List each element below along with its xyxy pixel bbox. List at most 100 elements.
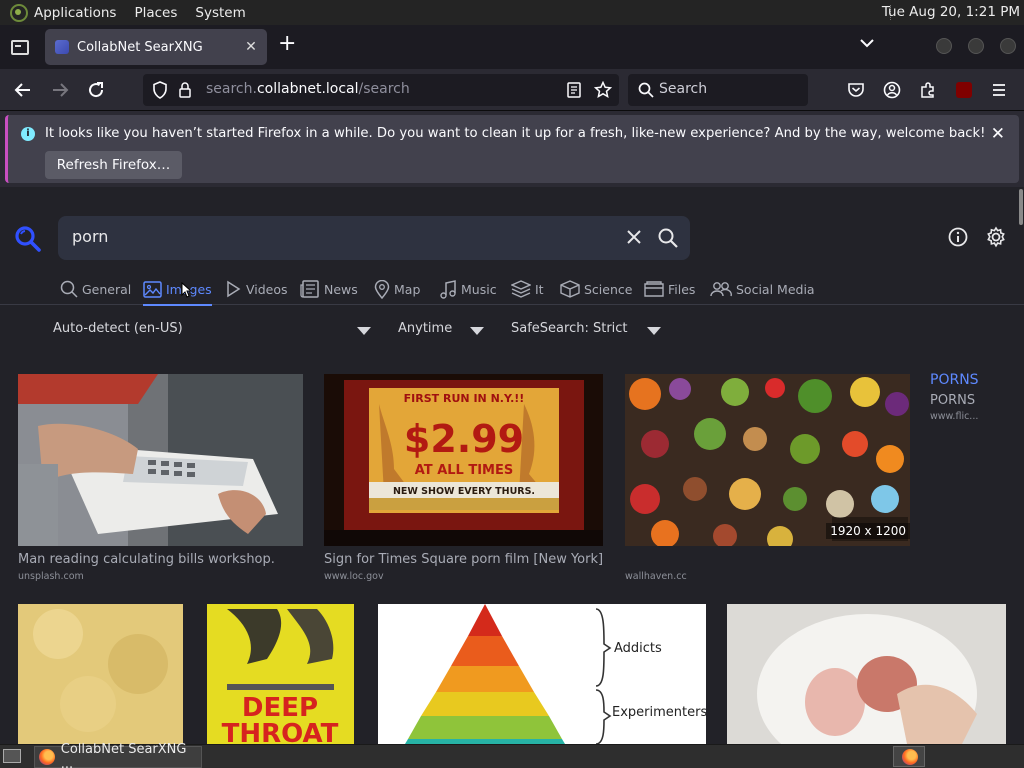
language-select[interactable]: Auto-detect (en-US) — [53, 321, 183, 336]
poster-price-text: $2.99 — [404, 417, 524, 461]
list-all-tabs-chevron-icon[interactable] — [858, 36, 876, 50]
search-placeholder: Search — [659, 81, 708, 97]
pyramid-addicts-label: Addicts — [614, 641, 662, 656]
result-title[interactable]: Man reading calculating bills workshop. — [18, 552, 275, 567]
places-menu[interactable]: Places — [134, 5, 177, 21]
result-thumbnail-calculator[interactable] — [18, 374, 303, 546]
result-title[interactable]: Sign for Times Square porn film [New Yor… — [324, 552, 603, 567]
tab-files[interactable]: Files — [644, 275, 695, 303]
browser-search-box[interactable]: Search — [628, 74, 808, 106]
result-subtitle: PORNS — [930, 393, 976, 408]
refresh-firefox-button[interactable]: Refresh Firefox… — [45, 151, 182, 179]
url-text[interactable]: search.collabnet.local/search — [206, 81, 410, 97]
taskbar-window-title: CollabNet SearXNG ... — [60, 742, 187, 768]
search-input[interactable]: porn — [58, 216, 690, 260]
scrollbar-thumb[interactable] — [1019, 189, 1023, 225]
search-filters: Auto-detect (en-US) Anytime SafeSearch: … — [0, 315, 1024, 347]
tab-news[interactable]: News — [300, 275, 358, 303]
search-submit-icon[interactable] — [657, 227, 679, 249]
language-dropdown-caret-icon[interactable] — [357, 327, 371, 335]
page-scrollbar[interactable] — [1018, 187, 1024, 744]
image-result[interactable]: FIRST RUN IN N.Y.!! $2.99 AT ALL TIMES N… — [324, 374, 604, 584]
close-window-button[interactable] — [1000, 38, 1016, 54]
folder-icon — [644, 281, 664, 297]
tab-social-media[interactable]: Social Media — [710, 275, 815, 303]
safesearch-select[interactable]: SafeSearch: Strict — [511, 321, 628, 336]
applications-menu[interactable]: Applications — [34, 5, 116, 21]
clear-search-icon[interactable] — [625, 228, 643, 246]
tab-general[interactable]: General — [60, 275, 131, 303]
people-icon — [710, 282, 732, 297]
maximize-window-button[interactable] — [968, 38, 984, 54]
category-tabs: General Images Videos News Map Music — [0, 275, 1024, 306]
searxng-logo-icon[interactable] — [14, 225, 42, 253]
ublock-origin-icon[interactable] — [956, 82, 972, 98]
tab-music[interactable]: Music — [439, 275, 497, 303]
system-menu[interactable]: System — [195, 5, 245, 21]
forward-arrow-icon[interactable] — [51, 81, 69, 99]
result-thumbnail-times-square-sign[interactable]: FIRST RUN IN N.Y.!! $2.99 AT ALL TIMES N… — [324, 374, 603, 546]
reader-view-icon[interactable] — [567, 82, 581, 98]
play-icon — [227, 280, 241, 298]
tray-firefox-launcher[interactable] — [893, 746, 925, 767]
result-source: www.loc.gov — [324, 571, 384, 582]
layers-icon — [511, 280, 531, 298]
show-desktop-icon[interactable] — [3, 749, 21, 763]
search-query-text[interactable]: porn — [72, 227, 108, 246]
tab-images[interactable]: Images — [143, 275, 212, 306]
pyramid-experimenters-label: Experimenters — [612, 705, 706, 720]
new-tab-button[interactable]: + — [278, 33, 296, 55]
result-thumbnail-yellow-texture[interactable] — [18, 604, 183, 744]
tab-it[interactable]: It — [511, 275, 544, 303]
url-path: /search — [358, 81, 410, 97]
firefox-view-icon[interactable] — [8, 36, 30, 58]
address-bar[interactable]: search.collabnet.local/search — [143, 74, 619, 106]
extensions-puzzle-icon[interactable] — [919, 81, 937, 99]
firefox-refresh-notification: i It looks like you haven’t started Fire… — [5, 115, 1019, 183]
preferences-gear-icon[interactable] — [985, 226, 1007, 248]
tab-title: CollabNet SearXNG — [77, 39, 203, 55]
bookmark-star-icon[interactable] — [594, 81, 612, 99]
reload-icon[interactable] — [87, 81, 105, 99]
tab-videos[interactable]: Videos — [224, 275, 288, 303]
minimize-window-button[interactable] — [936, 38, 952, 54]
firefox-icon — [902, 749, 918, 765]
distro-logo-icon[interactable] — [10, 3, 28, 22]
mouse-cursor-icon — [181, 281, 193, 298]
about-info-icon[interactable] — [948, 227, 968, 247]
url-subdomain: search. — [206, 81, 257, 97]
result-source: wallhaven.cc — [625, 571, 687, 582]
lock-icon[interactable] — [178, 81, 192, 99]
shield-icon[interactable] — [152, 81, 168, 99]
notification-message: It looks like you haven’t started Firefo… — [45, 126, 986, 141]
image-result[interactable]: 1920 x 1200 wallhaven.cc — [625, 374, 911, 584]
firefox-icon — [39, 749, 55, 765]
tab-collabnet-searxng[interactable]: CollabNet SearXNG ✕ — [45, 29, 267, 65]
account-icon[interactable] — [883, 81, 901, 99]
clock[interactable]: Tue Aug 20, 1:21 PM — [882, 4, 1020, 20]
music-note-icon — [440, 279, 456, 299]
notification-close-icon[interactable]: ✕ — [991, 124, 1005, 144]
tab-close-icon[interactable]: ✕ — [239, 39, 263, 55]
image-result[interactable]: Man reading calculating bills workshop. … — [18, 374, 304, 584]
time-range-select[interactable]: Anytime — [398, 321, 452, 336]
result-thumbnail-plate-ham[interactable] — [727, 604, 1006, 744]
safesearch-dropdown-caret-icon[interactable] — [647, 327, 661, 335]
time-range-dropdown-caret-icon[interactable] — [470, 327, 484, 335]
tab-map[interactable]: Map — [374, 275, 420, 303]
result-title[interactable]: PORNS — [930, 372, 979, 388]
result-source: www.flic... — [930, 411, 979, 422]
tab-science[interactable]: Science — [560, 275, 632, 303]
newspaper-icon — [300, 280, 319, 298]
pocket-icon[interactable] — [847, 81, 865, 99]
result-thumbnail-vegetables[interactable] — [625, 374, 910, 546]
back-arrow-icon[interactable] — [14, 81, 32, 99]
hamburger-menu-icon[interactable] — [991, 82, 1007, 98]
result-thumbnail-addiction-pyramid[interactable]: Addicts Experimenters — [378, 604, 706, 744]
image-result-partial[interactable]: PORNS PORNS www.flic... — [930, 372, 979, 422]
taskbar-window-firefox[interactable]: CollabNet SearXNG ... — [34, 742, 202, 768]
tab-label: Map — [394, 281, 421, 297]
poster-new-show-text: NEW SHOW EVERY THURS. — [393, 486, 535, 497]
result-thumbnail-deep-throat-poster[interactable]: DEEP THROAT — [207, 604, 354, 744]
url-domain: collabnet.local — [256, 81, 359, 97]
